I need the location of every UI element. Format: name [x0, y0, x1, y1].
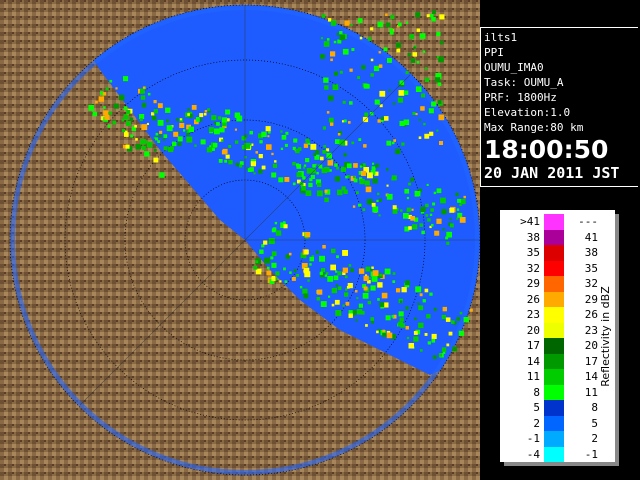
reflectivity-legend: >41 --- 38 41 35 38 32 35 29 32 26 29 23 26 20 23 17 20 14… — [500, 210, 615, 462]
legend-row: -1 2 — [504, 431, 598, 447]
legend-row: 29 32 — [504, 276, 598, 292]
legend-color-swatch — [544, 446, 564, 462]
legend-lower-bound: 14 — [526, 354, 540, 368]
site-name: OUMU_IMA0 — [484, 61, 544, 74]
legend-lower-bound: 23 — [526, 308, 540, 322]
legend-row: 20 23 — [504, 322, 598, 338]
legend-upper-bound: 35 — [584, 261, 598, 275]
legend-color-swatch — [544, 400, 564, 416]
legend-lower-bound: 11 — [526, 370, 540, 384]
legend-upper-bound: 29 — [584, 292, 598, 306]
legend-title: Reflectivity in dBZ — [598, 285, 612, 387]
legend-row: 32 35 — [504, 260, 598, 276]
legend-row: -4 -1 — [504, 446, 598, 462]
legend-color-swatch — [544, 291, 564, 307]
legend-color-swatch — [544, 353, 564, 369]
legend-lower-bound: -1 — [526, 432, 540, 446]
prf-value: PRF: 1800Hz — [484, 91, 557, 104]
legend-color-swatch — [544, 260, 564, 276]
legend-lower-bound: 35 — [526, 246, 540, 260]
legend-rows: >41 --- 38 41 35 38 32 35 29 32 26 29 23 26 20 23 17 20 14… — [504, 214, 598, 462]
legend-row: 14 17 — [504, 353, 598, 369]
legend-upper-bound: 41 — [584, 230, 598, 244]
legend-upper-bound: 2 — [591, 432, 598, 446]
info-panel: ilts1 PPI OUMU_IMA0 Task: OUMU_A PRF: 18… — [480, 27, 638, 187]
legend-lower-bound: 20 — [526, 323, 540, 337]
legend-lower-bound: 32 — [526, 261, 540, 275]
legend-row: >41 --- — [504, 214, 598, 230]
legend-lower-bound: 29 — [526, 277, 540, 291]
legend-lower-bound: 2 — [533, 416, 540, 430]
legend-lower-bound: 8 — [533, 385, 540, 399]
legend-row: 26 29 — [504, 291, 598, 307]
legend-lower-bound: 26 — [526, 292, 540, 306]
legend-lower-bound: 38 — [526, 230, 540, 244]
legend-lower-bound: 5 — [533, 401, 540, 415]
legend-row: 58 — [504, 400, 598, 416]
legend-upper-bound: 26 — [584, 308, 598, 322]
legend-row: 25 — [504, 415, 598, 431]
legend-upper-bound: 5 — [591, 416, 598, 430]
legend-lower-bound: -4 — [526, 447, 540, 461]
legend-row: 11 14 — [504, 369, 598, 385]
legend-color-swatch — [544, 415, 564, 431]
legend-upper-bound: 32 — [584, 277, 598, 291]
legend-color-swatch — [544, 322, 564, 338]
legend-title-wrap: Reflectivity in dBZ — [595, 210, 615, 462]
legend-color-swatch — [544, 384, 564, 400]
legend-upper-bound: 17 — [584, 354, 598, 368]
max-range-value: Max Range:80 km — [484, 121, 584, 134]
legend-color-swatch — [544, 431, 564, 447]
legend-upper-bound: 23 — [584, 323, 598, 337]
legend-row: 8 11 — [504, 384, 598, 400]
legend-upper-bound: --- — [578, 215, 598, 229]
legend-row: 23 26 — [504, 307, 598, 323]
legend-upper-bound: 11 — [584, 385, 598, 399]
legend-row: 38 41 — [504, 229, 598, 245]
radar-ppi-display — [0, 0, 480, 480]
legend-color-swatch — [544, 369, 564, 385]
legend-color-swatch — [544, 214, 564, 230]
legend-color-swatch — [544, 229, 564, 245]
elevation-value: Elevation:1.0 — [484, 106, 571, 119]
legend-upper-bound: 14 — [584, 370, 598, 384]
legend-upper-bound: -1 — [584, 447, 598, 461]
legend-lower-bound: 17 — [526, 339, 540, 353]
legend-color-swatch — [544, 338, 564, 354]
scan-date: 20 JAN 2011 JST — [484, 164, 620, 182]
legend-color-swatch — [544, 276, 564, 292]
legend-row: 35 38 — [504, 245, 598, 261]
legend-upper-bound: 38 — [584, 246, 598, 260]
product-name: ilts1 — [484, 31, 518, 44]
task-name: Task: OUMU_A — [484, 76, 564, 89]
scan-mode: PPI — [484, 46, 504, 59]
legend-row: 17 20 — [504, 338, 598, 354]
legend-lower-bound: >41 — [520, 215, 540, 229]
scan-time: 18:00:50 — [484, 135, 609, 164]
legend-upper-bound: 20 — [584, 339, 598, 353]
legend-color-swatch — [544, 307, 564, 323]
legend-upper-bound: 8 — [591, 401, 598, 415]
legend-color-swatch — [544, 245, 564, 261]
